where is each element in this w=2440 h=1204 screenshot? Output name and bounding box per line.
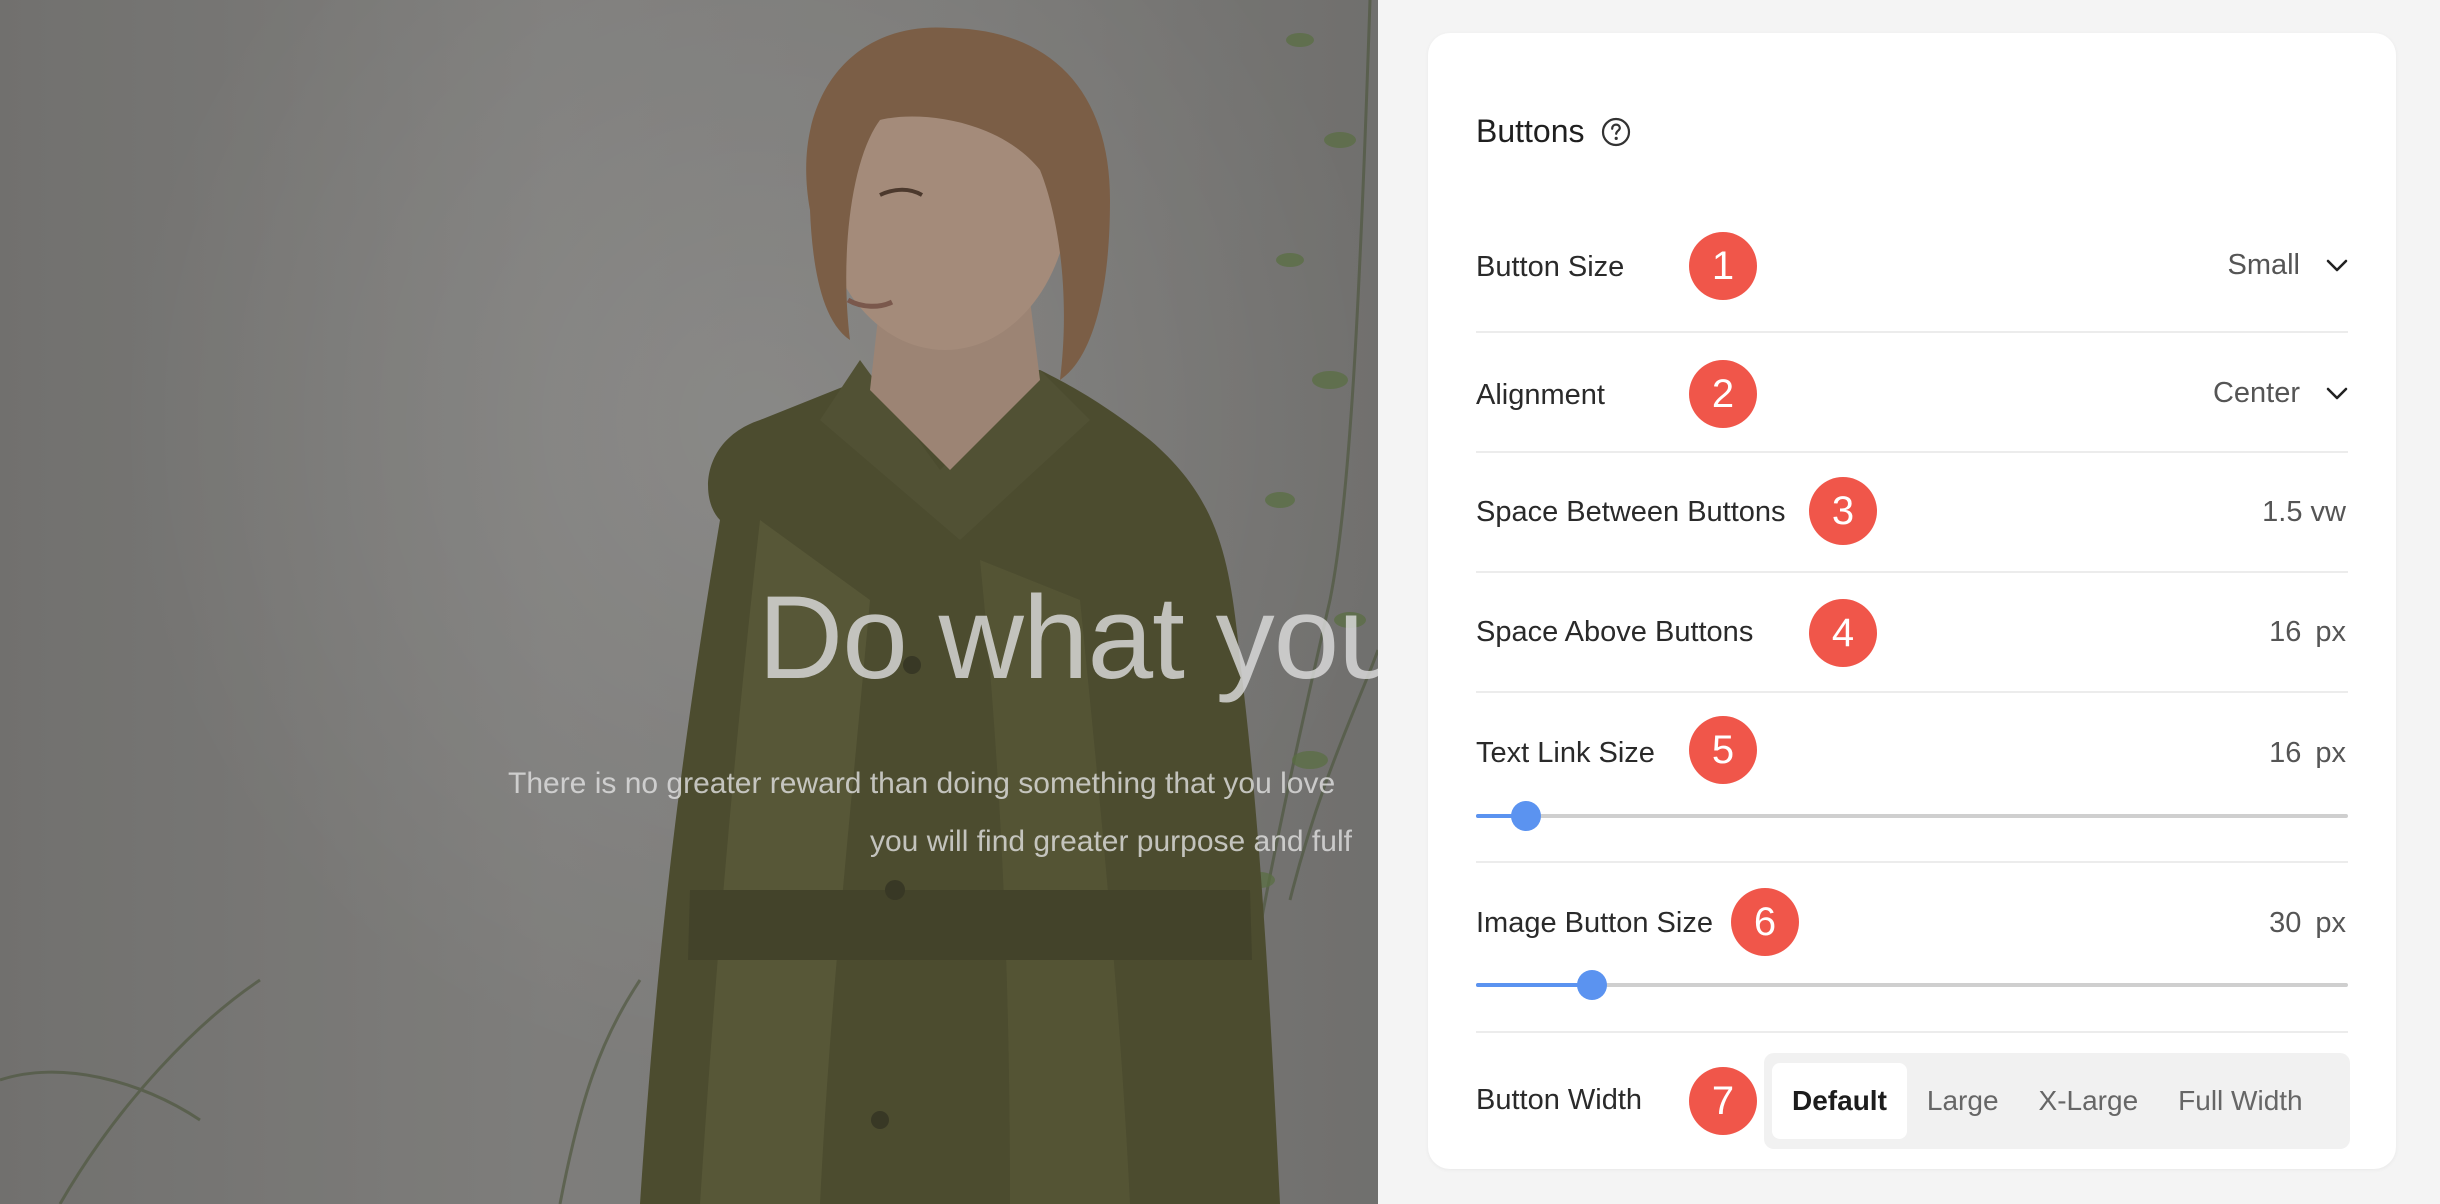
row-text-link-size: Text Link Size 5 16 px (1476, 693, 2348, 863)
annotation-marker-1: 1 (1689, 232, 1757, 300)
space-between-buttons-label: Space Between Buttons (1476, 496, 1786, 528)
image-button-size-slider[interactable] (1476, 970, 2348, 1000)
annotation-marker-7: 7 (1689, 1067, 1757, 1135)
space-above-buttons-label: Space Above Buttons (1476, 616, 1754, 648)
annotation-marker-5: 5 (1689, 716, 1757, 784)
row-alignment: Alignment 2 Center (1476, 333, 2348, 453)
text-link-size-unit: px (2315, 737, 2346, 769)
slider-track (1476, 814, 2348, 818)
annotation-marker-4: 4 (1809, 599, 1877, 667)
space-above-buttons-value: 16 (2269, 616, 2302, 648)
annotation-marker-6: 6 (1731, 888, 1799, 956)
space-above-buttons-unit: px (2315, 616, 2346, 648)
panel-title: Buttons (1476, 113, 1585, 149)
button-width-segmented-control: Default Large X-Large Full Width (1764, 1053, 2350, 1149)
space-between-buttons-value[interactable]: 1.5 vw (2262, 496, 2346, 529)
text-link-size-field[interactable]: 16 px (2269, 737, 2346, 770)
text-link-size-value: 16 (2269, 737, 2302, 769)
image-button-size-label: Image Button Size (1476, 907, 1713, 939)
hero-subtext-line-1: There is no greater reward than doing so… (508, 767, 1336, 800)
button-width-option-large[interactable]: Large (1907, 1063, 2019, 1139)
row-button-size: Button Size 1 Small (1476, 193, 2348, 333)
hero-subtext: There is no greater reward than doing so… (508, 755, 1352, 871)
panel-header: Buttons (1476, 113, 1631, 150)
image-button-size-field[interactable]: 30 px (2269, 907, 2346, 940)
hero-subtext-line-2: you will find greater purpose and fulf (870, 825, 1352, 858)
slider-thumb[interactable] (1577, 970, 1607, 1000)
button-size-label: Button Size (1476, 251, 1625, 283)
alignment-select[interactable]: Center (2213, 377, 2348, 410)
annotation-marker-2: 2 (1689, 360, 1757, 428)
site-preview: Do what you There is no greater reward t… (0, 0, 1378, 1204)
image-button-size-unit: px (2315, 907, 2346, 939)
button-width-option-default[interactable]: Default (1772, 1063, 1907, 1139)
row-image-button-size: Image Button Size 6 30 px (1476, 863, 2348, 1033)
question-circle-icon[interactable] (1601, 117, 1631, 147)
text-link-size-label: Text Link Size (1476, 737, 1655, 769)
slider-fill (1476, 983, 1592, 987)
hero-headline: Do what you (758, 572, 1378, 704)
chevron-down-icon (2326, 387, 2348, 399)
button-width-option-full-width[interactable]: Full Width (2158, 1063, 2322, 1139)
row-space-above-buttons: Space Above Buttons 4 16 px (1476, 573, 2348, 693)
space-above-buttons-field[interactable]: 16 px (2269, 616, 2346, 649)
chevron-down-icon (2326, 259, 2348, 271)
button-size-select[interactable]: Small (2227, 249, 2348, 282)
image-button-size-value: 30 (2269, 907, 2302, 939)
button-width-option-x-large[interactable]: X-Large (2019, 1063, 2159, 1139)
alignment-label: Alignment (1476, 379, 1605, 411)
row-space-between-buttons: Space Between Buttons 3 1.5 vw (1476, 453, 2348, 573)
annotation-marker-3: 3 (1809, 477, 1877, 545)
button-width-label: Button Width (1476, 1084, 1643, 1116)
text-link-size-slider[interactable] (1476, 801, 2348, 831)
buttons-settings-panel: Buttons Button Size 1 Small Alignment 2 … (1428, 33, 2396, 1169)
button-size-value: Small (2227, 249, 2300, 281)
slider-thumb[interactable] (1511, 801, 1541, 831)
alignment-value: Center (2212, 377, 2300, 409)
row-button-width: Button Width 7 Default Large X-Large Ful… (1476, 1053, 2350, 1149)
